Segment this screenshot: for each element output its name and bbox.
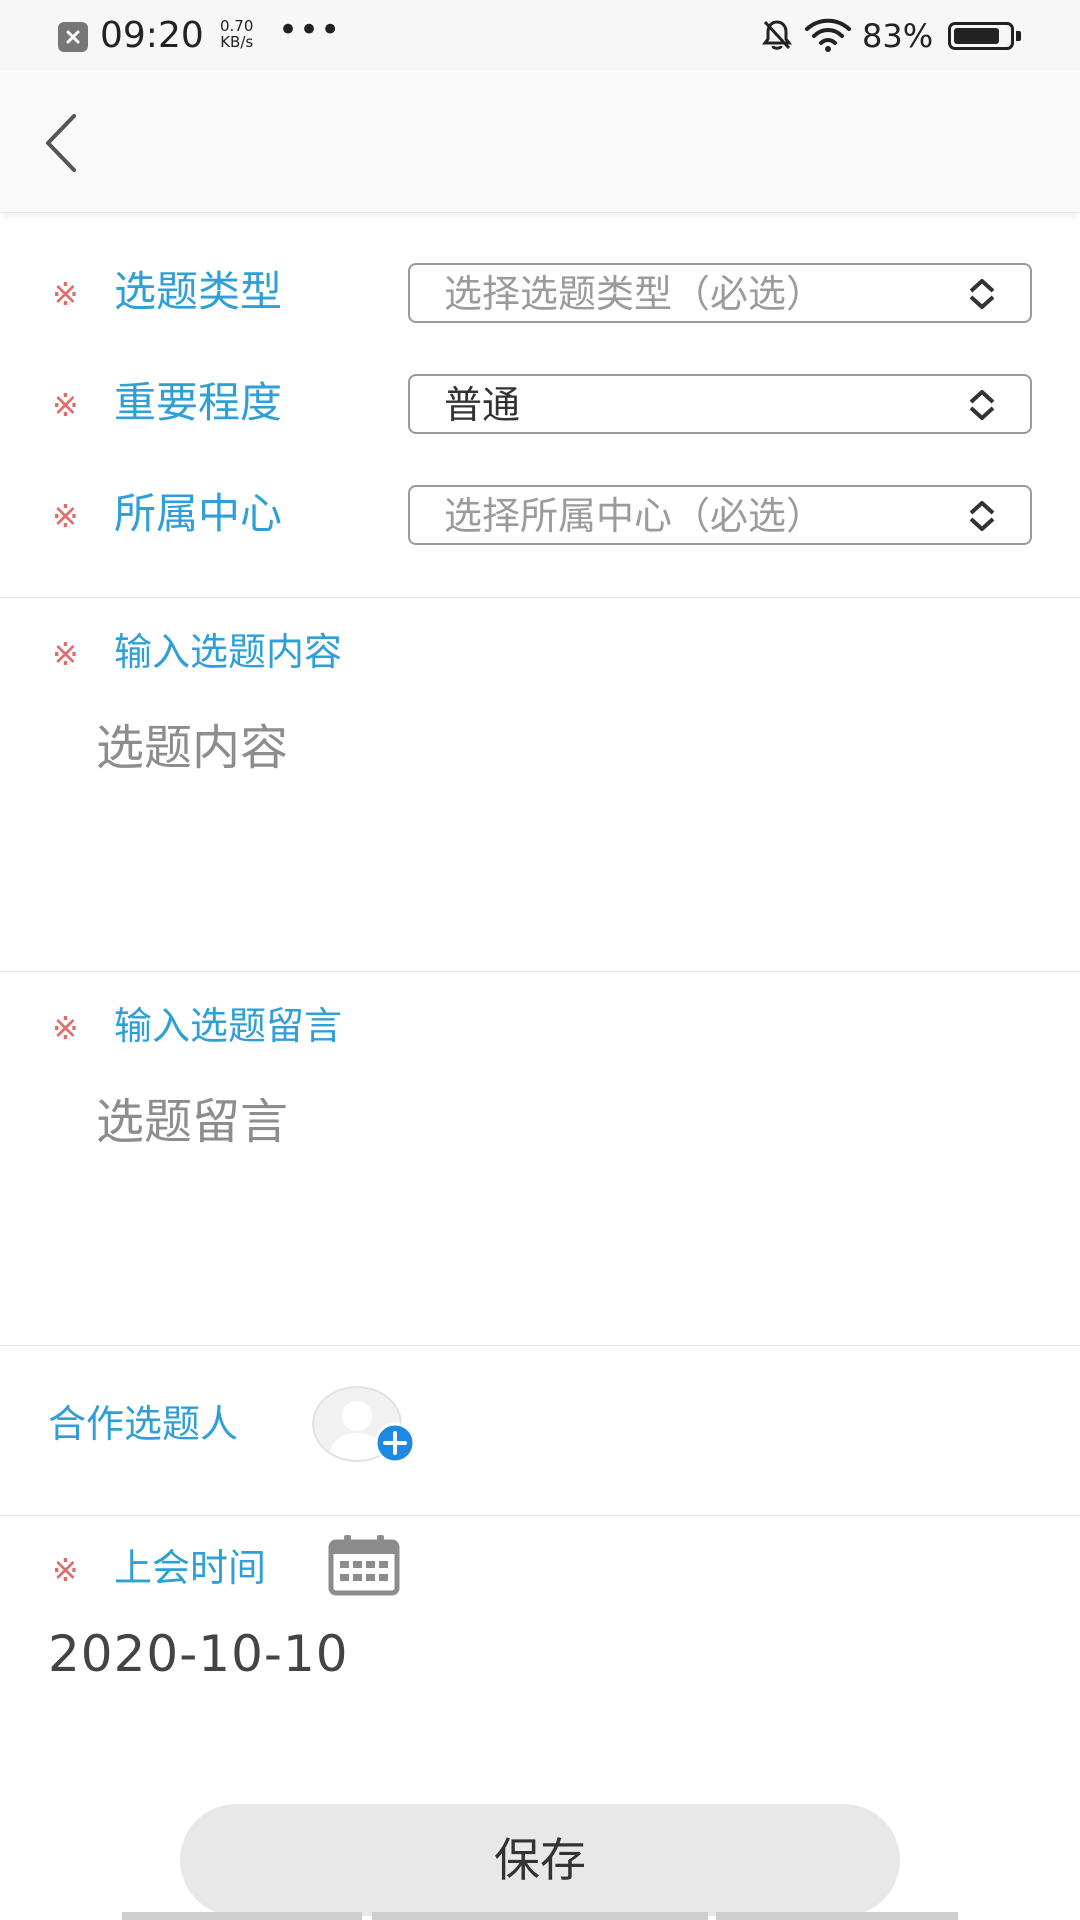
calendar-icon[interactable]	[328, 1534, 400, 1596]
message-input[interactable]	[60, 1092, 1020, 1312]
network-speed: 0.70 KB/s	[220, 18, 253, 50]
section-divider	[0, 597, 1080, 598]
required-mark: ※	[52, 386, 79, 424]
required-mark: ※	[52, 1551, 79, 1589]
bottom-bar-segment	[716, 1912, 958, 1920]
importance-label: 重要程度	[114, 378, 283, 427]
section-divider	[0, 1515, 1080, 1516]
select-arrows-icon	[969, 390, 995, 420]
importance-select[interactable]: 普通	[408, 374, 1032, 434]
center-label: 所属中心	[114, 489, 283, 538]
section-divider	[0, 1345, 1080, 1346]
section-divider	[0, 971, 1080, 972]
status-time: 09:20	[100, 15, 204, 56]
more-notifications-indicator: •••	[278, 10, 342, 50]
content-label: 输入选题内容	[114, 630, 343, 674]
meeting-time-label: 上会时间	[114, 1546, 267, 1590]
back-button[interactable]	[32, 108, 92, 178]
meeting-date-value[interactable]: 2020-10-10	[48, 1622, 349, 1686]
select-arrows-icon	[969, 279, 995, 309]
importance-value: 普通	[444, 383, 521, 427]
required-mark: ※	[52, 275, 79, 313]
add-circle-icon[interactable]	[374, 1422, 416, 1464]
wifi-icon	[805, 18, 851, 52]
center-select[interactable]: 选择所属中心（必选）	[408, 485, 1032, 545]
notification-icon	[58, 22, 88, 52]
required-mark: ※	[52, 497, 79, 535]
status-bar: 09:20 0.70 KB/s ••• 83%	[0, 0, 1080, 70]
battery-icon	[948, 22, 1014, 50]
select-arrows-icon	[969, 501, 995, 531]
battery-level-fill	[954, 28, 999, 44]
topic-type-placeholder: 选择选题类型（必选）	[444, 272, 825, 316]
required-mark: ※	[52, 635, 79, 673]
message-label: 输入选题留言	[114, 1004, 343, 1048]
battery-cap	[1016, 31, 1021, 41]
mute-icon	[762, 20, 792, 50]
topic-type-label: 选题类型	[114, 267, 283, 316]
topic-type-select[interactable]: 选择选题类型（必选）	[408, 263, 1032, 323]
network-speed-value: 0.70	[220, 17, 254, 35]
content-input[interactable]	[60, 718, 1020, 938]
bottom-bar-segment	[372, 1912, 708, 1920]
nav-bar	[0, 70, 1080, 213]
bottom-bar-segment	[122, 1912, 362, 1920]
topic-form-screen: 09:20 0.70 KB/s ••• 83% ※ 选题类型 选择选题类型（必选…	[0, 0, 1080, 1920]
network-speed-unit: KB/s	[220, 33, 254, 51]
save-button[interactable]: 保存	[180, 1804, 900, 1916]
required-mark: ※	[52, 1009, 79, 1047]
center-placeholder: 选择所属中心（必选）	[444, 494, 825, 538]
collaborator-label: 合作选题人	[48, 1402, 239, 1446]
chevron-left-icon	[46, 114, 76, 172]
save-button-label: 保存	[494, 1833, 586, 1887]
battery-percent: 83%	[862, 17, 934, 55]
